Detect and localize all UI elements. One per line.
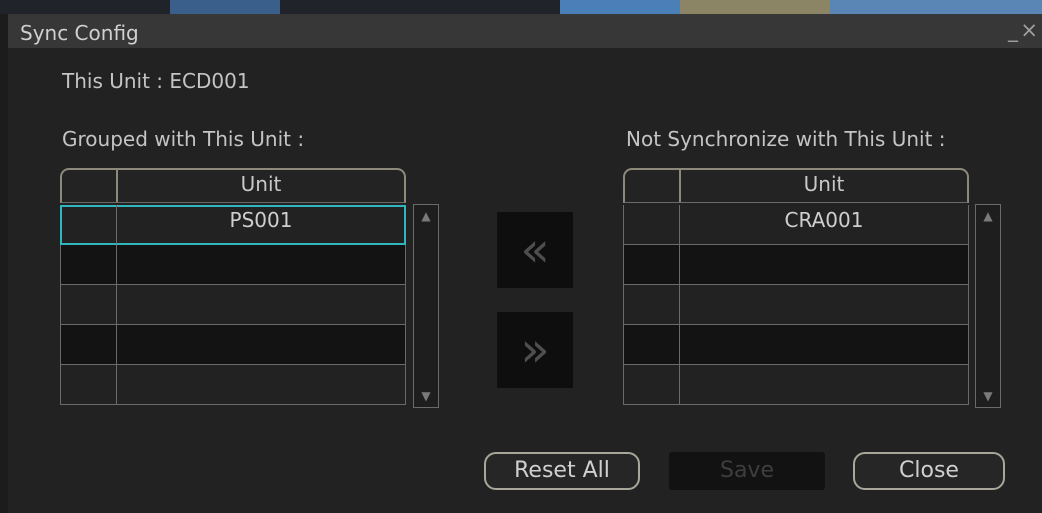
move-to-not-sync-button[interactable]: » (497, 312, 573, 388)
grouped-units-table: Unit PS001 (60, 168, 406, 408)
row-select-cell[interactable] (624, 285, 680, 324)
close-icon[interactable]: × (1020, 18, 1038, 42)
select-column-header (625, 170, 681, 202)
row-select-cell[interactable] (624, 245, 680, 284)
table-row[interactable] (623, 365, 969, 405)
this-unit-label: This Unit : ECD001 (62, 69, 250, 93)
not-sync-units-table: Unit CRA001 (623, 168, 969, 408)
scroll-up-icon[interactable]: ▲ (979, 207, 997, 225)
row-select-cell[interactable] (61, 365, 117, 404)
row-select-cell[interactable] (61, 285, 117, 324)
sync-config-dialog: Sync Config _ × This Unit : ECD001 Group… (8, 14, 1042, 513)
not-sync-heading: Not Synchronize with This Unit : (626, 127, 946, 151)
move-to-grouped-button[interactable]: « (497, 212, 573, 288)
grouped-table-header: Unit (60, 168, 406, 203)
unit-cell: PS001 (229, 208, 293, 232)
grouped-scrollbar[interactable]: ▲ ▼ (413, 204, 439, 408)
not-sync-table-header: Unit (623, 168, 969, 203)
table-row[interactable] (623, 285, 969, 325)
scroll-down-icon[interactable]: ▼ (417, 387, 435, 405)
table-row[interactable] (60, 285, 406, 325)
not-sync-scrollbar[interactable]: ▲ ▼ (975, 204, 1001, 408)
row-select-cell[interactable] (624, 325, 680, 364)
row-select-cell[interactable] (624, 365, 680, 404)
unit-column-header: Unit (240, 172, 282, 196)
table-row[interactable] (623, 245, 969, 285)
dialog-title: Sync Config (20, 21, 139, 45)
table-row[interactable] (60, 325, 406, 365)
row-select-cell[interactable] (61, 205, 117, 244)
reset-all-button[interactable]: Reset All (484, 452, 640, 490)
grouped-heading: Grouped with This Unit : (62, 127, 305, 151)
scroll-down-icon[interactable]: ▼ (979, 387, 997, 405)
row-select-cell[interactable] (61, 325, 117, 364)
table-row[interactable] (623, 325, 969, 365)
unit-column-header: Unit (803, 172, 845, 196)
background-chart-strip (0, 0, 1042, 14)
title-bar[interactable]: Sync Config _ × (8, 14, 1042, 48)
table-row[interactable]: PS001 (60, 205, 406, 245)
table-row[interactable]: CRA001 (623, 205, 969, 245)
table-row[interactable] (60, 245, 406, 285)
close-button[interactable]: Close (853, 452, 1005, 490)
save-button[interactable]: Save (669, 452, 825, 490)
unit-cell: CRA001 (784, 208, 864, 232)
minimize-icon[interactable]: _ (1008, 18, 1018, 42)
table-row[interactable] (60, 365, 406, 405)
row-select-cell[interactable] (624, 205, 680, 244)
row-select-cell[interactable] (61, 245, 117, 284)
scroll-up-icon[interactable]: ▲ (417, 207, 435, 225)
select-column-header (62, 170, 118, 202)
